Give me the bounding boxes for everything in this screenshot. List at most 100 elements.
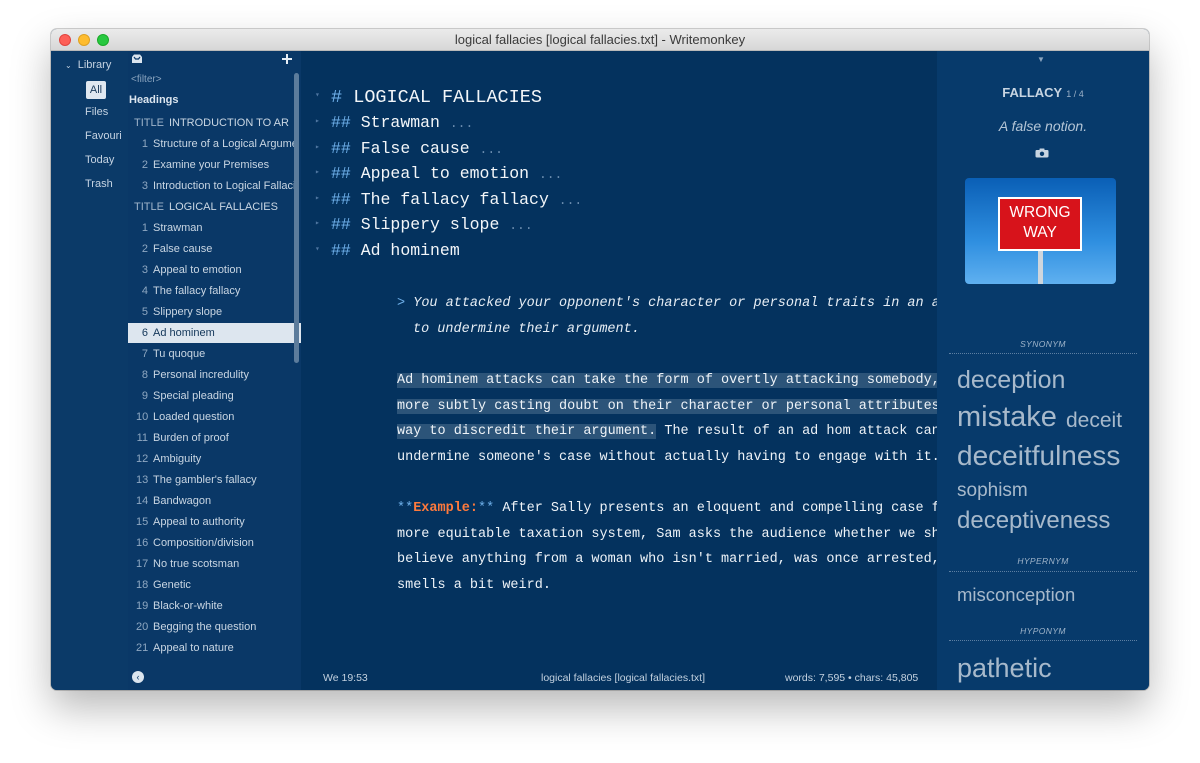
nav-row[interactable]: 3 Appeal to emotion bbox=[128, 260, 294, 280]
nav-row[interactable]: 3 Introduction to Logical Fallaci bbox=[128, 176, 294, 196]
paragraph-text: undermine someone's case without actuall… bbox=[397, 450, 940, 465]
nav-row[interactable]: 1 Structure of a Logical Argume bbox=[128, 134, 294, 154]
blockquote-line[interactable]: to undermine their argument. bbox=[413, 322, 640, 337]
library-header[interactable]: ⌄ Library bbox=[65, 59, 111, 71]
selected-text: way to discredit their argument. bbox=[397, 424, 657, 439]
nav-row-label: Ad hominem bbox=[153, 327, 215, 339]
chevron-down-icon[interactable]: ▼ bbox=[1037, 55, 1045, 64]
fold-closed-icon[interactable]: ▸ bbox=[315, 116, 320, 126]
nav-row[interactable]: 14 Bandwagon bbox=[128, 491, 294, 511]
word-image[interactable]: WRONG WAY bbox=[965, 178, 1116, 284]
folded-ellipsis: ... bbox=[479, 142, 503, 157]
library-item-all[interactable]: All bbox=[86, 81, 106, 99]
nav-row[interactable]: 20 Begging the question bbox=[128, 617, 294, 637]
nav-row[interactable]: 9 Special pleading bbox=[128, 386, 294, 406]
nav-row[interactable]: 1 Strawman bbox=[128, 218, 294, 238]
nav-row-num: 2 bbox=[141, 159, 148, 171]
nav-row-num: 5 bbox=[141, 306, 148, 318]
library-item-files[interactable]: Files bbox=[85, 106, 127, 118]
nav-row-label: No true scotsman bbox=[153, 558, 240, 570]
nav-row[interactable]: 7 Tu quoque bbox=[128, 344, 294, 364]
nav-row-selected[interactable]: 6 Ad hominem bbox=[128, 323, 301, 343]
navigator-scrollbar[interactable] bbox=[294, 73, 299, 363]
paragraph-line[interactable]: more equitable taxation system, Sam asks… bbox=[397, 527, 972, 542]
heading-hash: ## bbox=[331, 164, 351, 183]
nav-row-label: Examine your Premises bbox=[153, 159, 270, 171]
heading-text: False cause bbox=[360, 139, 470, 158]
synonym-word[interactable]: mistake bbox=[957, 401, 1057, 434]
nav-row[interactable]: 13 The gambler's fallacy bbox=[128, 470, 294, 490]
synonym-word[interactable]: deception bbox=[957, 366, 1065, 395]
definition: A false notion. bbox=[998, 118, 1088, 134]
nav-row-num: 19 bbox=[136, 600, 149, 612]
paragraph-line[interactable]: smells a bit weird. bbox=[397, 578, 551, 593]
nav-row[interactable]: 4 The fallacy fallacy bbox=[128, 281, 294, 301]
nav-row[interactable]: 11 Burden of proof bbox=[128, 428, 294, 448]
heading-item[interactable]: ▸ ## Appeal to emotion ... bbox=[315, 164, 562, 183]
nav-row[interactable]: 5 Slippery slope bbox=[128, 302, 294, 322]
nav-row[interactable]: 15 Appeal to authority bbox=[128, 512, 294, 532]
library-item-today[interactable]: Today bbox=[85, 154, 127, 166]
fold-closed-icon[interactable]: ▸ bbox=[315, 193, 320, 203]
heading-item[interactable]: ▸ ## Strawman ... bbox=[315, 113, 473, 132]
synonym-word[interactable]: deceit bbox=[1066, 409, 1122, 433]
nav-row-label: Slippery slope bbox=[153, 306, 223, 318]
synonym-word[interactable]: deceptiveness bbox=[957, 507, 1110, 535]
nav-title-row[interactable]: TITLE LOGICAL FALLACIES bbox=[128, 197, 300, 217]
nav-row-label: Personal incredulity bbox=[153, 369, 249, 381]
section-divider bbox=[949, 353, 1137, 354]
nav-row-num: 6 bbox=[141, 327, 148, 339]
heading-text: Strawman bbox=[360, 113, 440, 132]
fold-closed-icon[interactable]: ▸ bbox=[315, 142, 320, 152]
fold-closed-icon[interactable]: ▸ bbox=[315, 218, 320, 228]
fold-open-icon[interactable]: ▾ bbox=[315, 244, 320, 254]
nav-row[interactable]: 2 Examine your Premises bbox=[128, 155, 294, 175]
heading-ad-hominem[interactable]: ▾ ## Ad hominem bbox=[315, 241, 460, 260]
paragraph-line[interactable]: undermine someone's case without actuall… bbox=[397, 450, 940, 465]
paragraph-line[interactable]: way to discredit their argument. The res… bbox=[397, 424, 988, 439]
nav-row[interactable]: 8 Personal incredulity bbox=[128, 365, 294, 385]
nav-title-row[interactable]: TITLE INTRODUCTION TO AR bbox=[128, 113, 300, 133]
synonym-word[interactable]: deceitfulness bbox=[957, 440, 1120, 472]
hyponym-word[interactable]: pathetic bbox=[957, 653, 1052, 684]
blockquote-line[interactable]: > You attacked your opponent's character… bbox=[397, 296, 988, 311]
synonym-word[interactable]: sophism bbox=[957, 480, 1028, 502]
nav-row-num: 4 bbox=[141, 285, 148, 297]
editor-pane[interactable]: ▾ # LOGICAL FALLACIES ▸ ## Strawman ... … bbox=[301, 51, 988, 690]
camera-icon[interactable] bbox=[1035, 148, 1049, 158]
hypernym-word[interactable]: misconception bbox=[957, 584, 1075, 606]
back-arrow-icon[interactable]: ‹ bbox=[132, 671, 144, 683]
add-icon[interactable] bbox=[282, 54, 292, 64]
fold-open-icon[interactable]: ▾ bbox=[315, 90, 320, 100]
nav-row-num: 1 bbox=[141, 222, 148, 234]
paragraph-line[interactable]: believe anything from a woman who isn't … bbox=[397, 552, 972, 567]
fold-closed-icon[interactable]: ▸ bbox=[315, 167, 320, 177]
filter-input[interactable]: <filter> bbox=[131, 74, 162, 85]
heading-text: LOGICAL FALLACIES bbox=[353, 87, 542, 108]
paragraph-line[interactable]: more subtly casting doubt on their chara… bbox=[397, 399, 981, 414]
nav-row[interactable]: 17 No true scotsman bbox=[128, 554, 294, 574]
nav-row-num: 10 bbox=[136, 411, 149, 423]
inbox-icon[interactable] bbox=[131, 54, 143, 64]
sense-counter[interactable]: 1 / 4 bbox=[1066, 89, 1084, 99]
library-item-favourites[interactable]: Favouri bbox=[85, 130, 127, 142]
selected-text: Ad hominem attacks can take the form of … bbox=[397, 373, 965, 388]
nav-row[interactable]: 18 Genetic bbox=[128, 575, 294, 595]
paragraph-line[interactable]: Ad hominem attacks can take the form of … bbox=[397, 373, 965, 388]
heading-hash: # bbox=[331, 87, 343, 108]
nav-row-label: Loaded question bbox=[153, 411, 235, 423]
nav-row[interactable]: 2 False cause bbox=[128, 239, 294, 259]
nav-row[interactable]: 21 Appeal to nature bbox=[128, 638, 294, 658]
heading-item[interactable]: ▸ ## The fallacy fallacy ... bbox=[315, 190, 582, 209]
nav-row[interactable]: 19 Black-or-white bbox=[128, 596, 294, 616]
nav-row[interactable]: 10 Loaded question bbox=[128, 407, 294, 427]
library-item-trash[interactable]: Trash bbox=[85, 178, 127, 190]
heading-item[interactable]: ▸ ## False cause ... bbox=[315, 139, 503, 158]
heading-logical-fallacies[interactable]: ▾ # LOGICAL FALLACIES bbox=[315, 87, 542, 108]
nav-row[interactable]: 16 Composition/division bbox=[128, 533, 294, 553]
nav-row[interactable]: 12 Ambiguity bbox=[128, 449, 294, 469]
paragraph-line[interactable]: **Example:** After Sally presents an elo… bbox=[397, 501, 972, 516]
nav-row-label: Begging the question bbox=[153, 621, 257, 633]
heading-item[interactable]: ▸ ## Slippery slope ... bbox=[315, 215, 533, 234]
heading-text: Slippery slope bbox=[360, 215, 500, 234]
